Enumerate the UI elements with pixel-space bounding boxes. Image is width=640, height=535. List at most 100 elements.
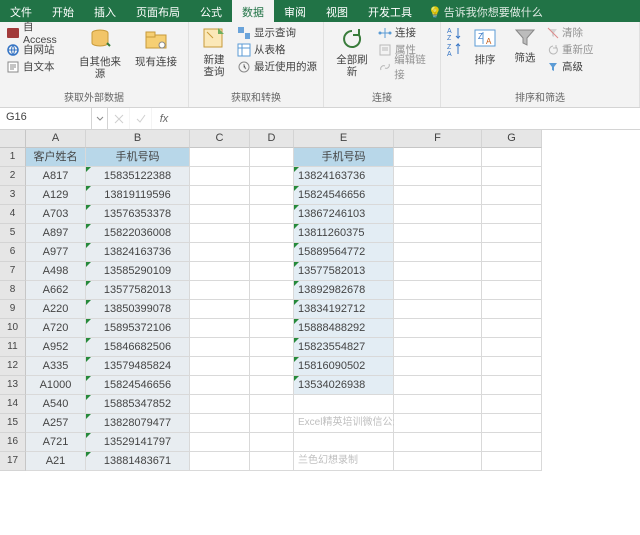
cell[interactable] — [190, 243, 250, 262]
row-header[interactable]: 17 — [0, 452, 26, 471]
cell[interactable] — [190, 281, 250, 300]
cell[interactable] — [394, 167, 482, 186]
row-header[interactable]: 11 — [0, 338, 26, 357]
cell[interactable]: Excel精英培训微信公众号出品 — [294, 414, 394, 433]
cell[interactable] — [482, 414, 542, 433]
cell[interactable] — [482, 167, 542, 186]
edit-links-button[interactable]: 编辑链接 — [376, 58, 436, 75]
tab-developer[interactable]: 开发工具 — [358, 0, 422, 22]
cell[interactable] — [482, 338, 542, 357]
row-header[interactable]: 7 — [0, 262, 26, 281]
cell[interactable] — [482, 243, 542, 262]
tab-layout[interactable]: 页面布局 — [126, 0, 190, 22]
cell[interactable] — [250, 338, 294, 357]
row-header[interactable]: 9 — [0, 300, 26, 319]
cell[interactable]: A257 — [26, 414, 86, 433]
cell[interactable] — [250, 395, 294, 414]
cell[interactable] — [190, 338, 250, 357]
cell[interactable] — [482, 300, 542, 319]
col-header-A[interactable]: A — [26, 130, 86, 148]
cell[interactable] — [394, 262, 482, 281]
cell[interactable] — [250, 224, 294, 243]
cell[interactable] — [482, 395, 542, 414]
cell[interactable]: A220 — [26, 300, 86, 319]
col-header-G[interactable]: G — [482, 130, 542, 148]
from-table-button[interactable]: 从表格 — [235, 41, 319, 58]
cell[interactable] — [190, 357, 250, 376]
cell[interactable]: 15816090502 — [294, 357, 394, 376]
name-box-dropdown[interactable] — [92, 108, 108, 129]
cell[interactable] — [190, 433, 250, 452]
cell[interactable]: 13834192712 — [294, 300, 394, 319]
tab-review[interactable]: 审阅 — [274, 0, 316, 22]
row-header[interactable]: 6 — [0, 243, 26, 262]
cell[interactable] — [250, 414, 294, 433]
formula-input[interactable] — [176, 108, 640, 129]
cell[interactable] — [482, 319, 542, 338]
cell[interactable] — [190, 148, 250, 167]
cell[interactable] — [482, 433, 542, 452]
cell[interactable] — [250, 433, 294, 452]
cell[interactable] — [482, 452, 542, 471]
row-header[interactable]: 10 — [0, 319, 26, 338]
cell[interactable]: 手机号码 — [86, 148, 190, 167]
cell[interactable] — [482, 262, 542, 281]
cell[interactable]: A721 — [26, 433, 86, 452]
row-header[interactable]: 15 — [0, 414, 26, 433]
from-text-button[interactable]: 自文本 — [4, 58, 72, 75]
clear-filter-button[interactable]: 清除 — [545, 24, 597, 41]
cell[interactable]: 13579485824 — [86, 357, 190, 376]
cell[interactable]: A21 — [26, 452, 86, 471]
cell[interactable]: A897 — [26, 224, 86, 243]
existing-conn-button[interactable]: 现有连接 — [128, 24, 184, 70]
cell[interactable]: 13850399078 — [86, 300, 190, 319]
cell[interactable] — [394, 414, 482, 433]
fx-button[interactable]: fx — [152, 108, 176, 129]
cell[interactable] — [394, 452, 482, 471]
filter-button[interactable]: 筛选 — [505, 24, 545, 66]
row-header[interactable]: 12 — [0, 357, 26, 376]
from-other-button[interactable]: 自其他来源 — [72, 24, 128, 82]
cell[interactable] — [190, 319, 250, 338]
row-header[interactable]: 4 — [0, 205, 26, 224]
recent-sources-button[interactable]: 最近使用的源 — [235, 58, 319, 75]
cell[interactable] — [394, 395, 482, 414]
cell[interactable]: 13576353378 — [86, 205, 190, 224]
col-header-F[interactable]: F — [394, 130, 482, 148]
cell[interactable]: 13529141797 — [86, 433, 190, 452]
cell[interactable] — [190, 205, 250, 224]
cell[interactable]: A540 — [26, 395, 86, 414]
cell[interactable] — [250, 186, 294, 205]
cell[interactable]: A129 — [26, 186, 86, 205]
cell[interactable] — [394, 281, 482, 300]
cell[interactable] — [190, 300, 250, 319]
sort-az-icon[interactable]: AZ — [447, 26, 463, 41]
col-header-C[interactable]: C — [190, 130, 250, 148]
cell[interactable] — [482, 357, 542, 376]
row-header[interactable]: 2 — [0, 167, 26, 186]
cell[interactable]: A720 — [26, 319, 86, 338]
sort-button[interactable]: ZA 排序 — [465, 24, 505, 68]
row-header[interactable]: 14 — [0, 395, 26, 414]
cell[interactable] — [394, 205, 482, 224]
row-header[interactable]: 13 — [0, 376, 26, 395]
cell[interactable]: A335 — [26, 357, 86, 376]
cell[interactable]: A977 — [26, 243, 86, 262]
cell[interactable] — [250, 376, 294, 395]
new-query-button[interactable]: 新建 查询 — [193, 24, 235, 80]
cell[interactable] — [250, 262, 294, 281]
cell[interactable]: 15835122388 — [86, 167, 190, 186]
cell[interactable] — [250, 300, 294, 319]
row-header[interactable]: 16 — [0, 433, 26, 452]
cell[interactable] — [190, 224, 250, 243]
cell[interactable]: 15895372106 — [86, 319, 190, 338]
cell[interactable] — [482, 205, 542, 224]
tab-data[interactable]: 数据 — [232, 0, 274, 22]
show-queries-button[interactable]: 显示查询 — [235, 24, 319, 41]
cell[interactable] — [250, 357, 294, 376]
cell[interactable]: 15889564772 — [294, 243, 394, 262]
cell[interactable] — [394, 224, 482, 243]
cell[interactable]: 13811260375 — [294, 224, 394, 243]
cell[interactable]: 15823554827 — [294, 338, 394, 357]
cell[interactable]: A662 — [26, 281, 86, 300]
